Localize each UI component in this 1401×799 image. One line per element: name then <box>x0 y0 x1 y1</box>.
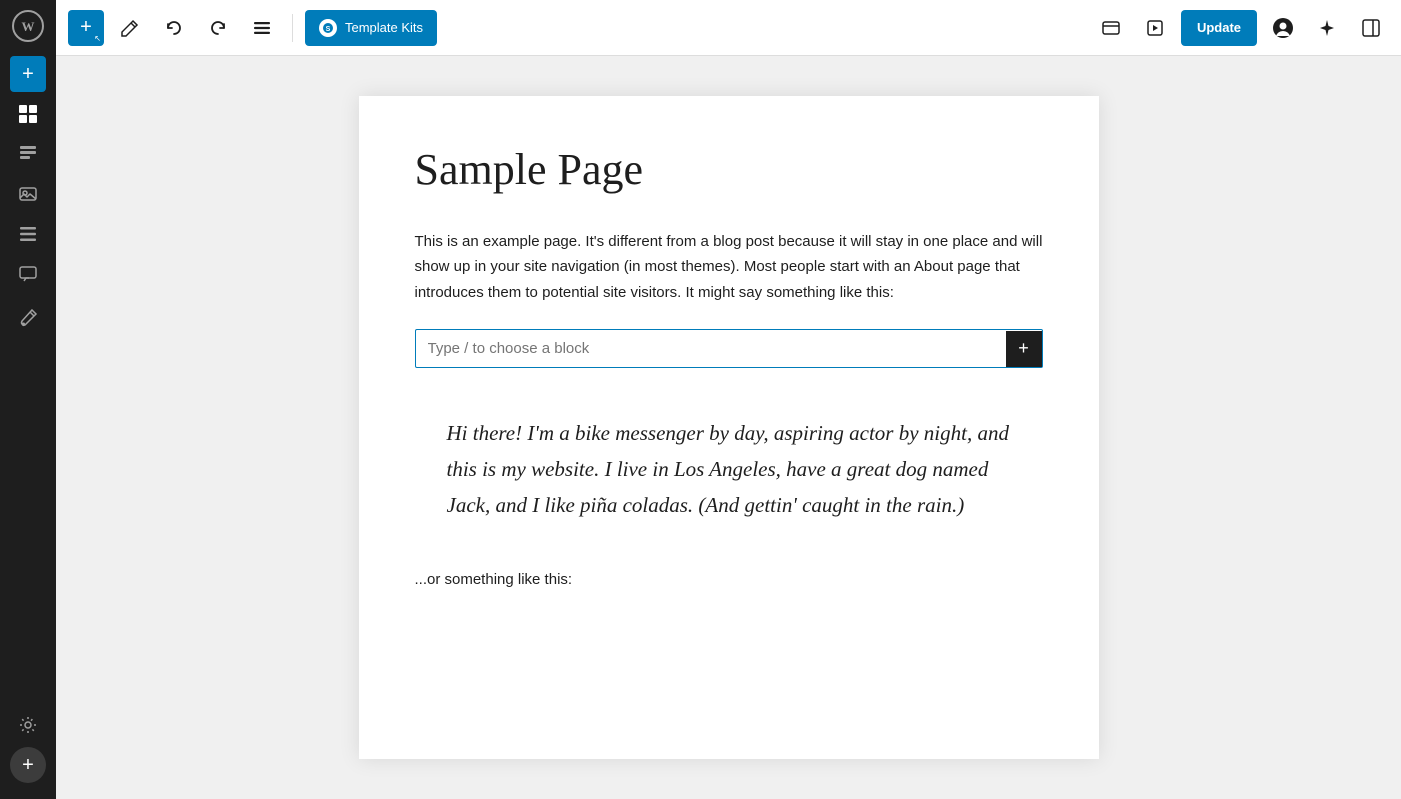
tools-icon <box>253 19 271 37</box>
toolbar-right: Update <box>1093 10 1389 46</box>
avatar-icon <box>1272 17 1294 39</box>
main-wrapper: + ↖ <box>56 0 1401 799</box>
template-kits-button[interactable]: S Template Kits <box>305 10 437 46</box>
sidebar-item-brush[interactable] <box>10 300 46 336</box>
sidebar-item-layers[interactable] <box>10 216 46 252</box>
block-input-wrapper: + <box>415 329 1043 368</box>
sidebar: W + <box>0 0 56 799</box>
avatar-button[interactable] <box>1265 10 1301 46</box>
toolbar-separator <box>292 14 293 42</box>
redo-button[interactable] <box>200 10 236 46</box>
block-type-input[interactable] <box>416 330 1006 367</box>
sidebar-item-settings[interactable] <box>10 707 46 743</box>
wp-logo[interactable]: W <box>10 8 46 44</box>
undo-button[interactable] <box>156 10 192 46</box>
cursor-indicator: ↖ <box>94 34 101 43</box>
pencil-icon <box>121 19 139 37</box>
view-button[interactable] <box>1093 10 1129 46</box>
ai-button[interactable] <box>1309 10 1345 46</box>
edit-button[interactable] <box>112 10 148 46</box>
sidebar-item-media[interactable] <box>10 176 46 212</box>
ai-icon <box>1318 19 1336 37</box>
sidebar-item-blocks[interactable] <box>10 96 46 132</box>
add-block-button[interactable]: + <box>10 56 46 92</box>
svg-text:W: W <box>22 19 35 34</box>
tools-button[interactable] <box>244 10 280 46</box>
toolbar-add-button[interactable]: + ↖ <box>68 10 104 46</box>
sidebar-item-patterns[interactable] <box>10 136 46 172</box>
paragraph-1[interactable]: This is an example page. It's different … <box>415 229 1043 306</box>
quote-text[interactable]: Hi there! I'm a bike messenger by day, a… <box>447 416 1011 523</box>
view-icon <box>1102 19 1120 37</box>
toolbar: + ↖ <box>56 0 1401 56</box>
or-text: ...or something like this: <box>415 571 1043 588</box>
panel-button[interactable] <box>1353 10 1389 46</box>
plus-icon-toolbar: + <box>80 16 92 39</box>
template-kits-icon: S <box>319 19 337 37</box>
svg-text:S: S <box>326 26 331 33</box>
preview-icon <box>1146 19 1164 37</box>
redo-icon <box>209 19 227 37</box>
plus-icon: + <box>22 63 34 86</box>
update-button[interactable]: Update <box>1181 10 1257 46</box>
undo-icon <box>165 19 183 37</box>
editor-content: Sample Page This is an example page. It'… <box>359 96 1099 759</box>
new-page-button[interactable]: + <box>10 747 46 783</box>
sidebar-item-comments[interactable] <box>10 256 46 292</box>
preview-button[interactable] <box>1137 10 1173 46</box>
update-label: Update <box>1197 20 1241 35</box>
sidebar-bottom: + <box>10 707 46 791</box>
plus-icon-sidebar: + <box>22 754 34 777</box>
editor-area: Sample Page This is an example page. It'… <box>56 56 1401 799</box>
plus-icon-input: + <box>1018 338 1029 359</box>
panel-icon <box>1362 19 1380 37</box>
page-title: Sample Page <box>415 144 1043 197</box>
quote-block: Hi there! I'm a bike messenger by day, a… <box>415 400 1043 539</box>
block-input-add-button[interactable]: + <box>1006 331 1042 367</box>
template-kits-label: Template Kits <box>345 20 423 35</box>
